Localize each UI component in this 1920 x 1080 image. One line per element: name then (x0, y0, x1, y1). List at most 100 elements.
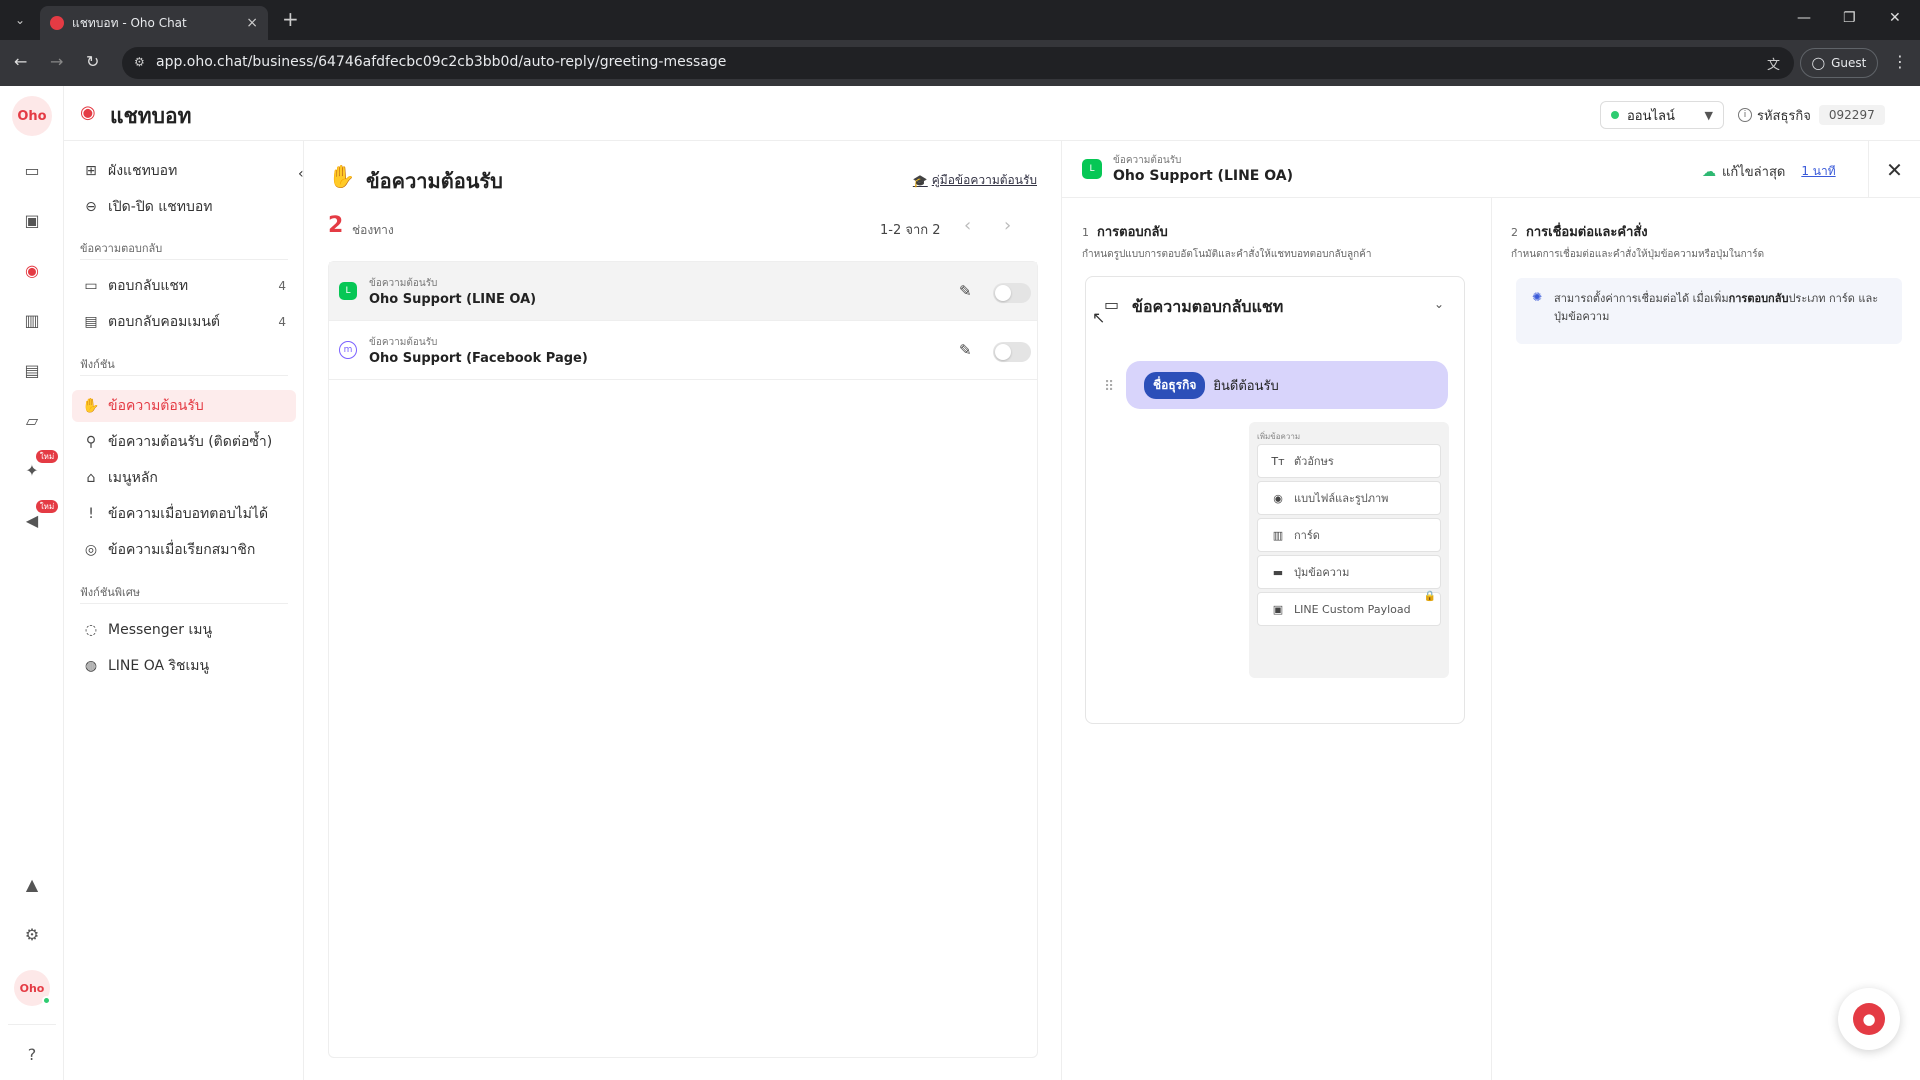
address-bar: ← → ↻ ⚙ app.oho.chat/business/64746afdfe… (0, 40, 1920, 86)
sidebar-item-toggle-bot[interactable]: ⊖ เปิด-ปิด แชทบอท (72, 191, 296, 223)
contacts-icon[interactable]: ▣ (20, 208, 44, 232)
new-tab-button[interactable]: + (282, 8, 299, 30)
sidebar-item-call-agent[interactable]: ◎ ข้อความเมื่อเรียกสมาชิก (72, 534, 296, 566)
sidebar-item-greeting[interactable]: ✋ ข้อความต้อนรับ (72, 390, 296, 422)
text-icon: Tт (1271, 454, 1285, 468)
comment-reply-icon: ▤ (84, 314, 98, 330)
minimize-icon[interactable]: — (1797, 10, 1811, 26)
help-icon[interactable]: ? (20, 1042, 44, 1066)
enable-toggle[interactable] (993, 283, 1031, 303)
tip-text: สามารถตั้งค่าการเชื่อมต่อได้ เมื่อเพิ่มก… (1554, 290, 1884, 326)
forward-icon[interactable]: → (50, 52, 63, 71)
saved-time-link[interactable]: 1 นาที (1801, 162, 1835, 181)
add-file-image-option[interactable]: ◉ แบบไฟล์และรูปภาพ (1257, 481, 1441, 515)
cloud-check-icon: ☁ (1702, 163, 1716, 180)
row-title: Oho Support (LINE OA) (369, 292, 537, 307)
greeting-detail-panel: L ข้อความต้อนรับ Oho Support (LINE OA) ☁… (1062, 141, 1920, 1080)
icon-rail: Oho ▭ ▣ ◉ ▥ ▤ ▱ ✦ ใหม่ ◀ ใหม่ ▲ ⚙ Oho ? (0, 86, 64, 1080)
sidebar-item-label: ตอบกลับแชท (108, 278, 189, 294)
eye-icon: ◉ (1273, 491, 1283, 505)
lock-icon: 🔒 (1423, 591, 1436, 602)
person-walk-icon: ⚲ (85, 434, 97, 450)
business-id-code[interactable]: 092297 (1818, 105, 1885, 125)
sidebar-item-label: ตอบกลับคอมเมนต์ (108, 314, 221, 330)
chat-bubbles-icon: ▭ (1104, 295, 1120, 314)
add-text-option[interactable]: Tт ตัวอักษร (1257, 444, 1441, 478)
url-field[interactable]: ⚙ app.oho.chat/business/64746afdfecbc09c… (122, 47, 1794, 79)
sidebar-item-label: เปิด-ปิด แชทบอท (108, 199, 213, 215)
guide-link[interactable]: 🎓 คู่มือข้อความต้อนรับ (913, 171, 1037, 190)
sidebar-item-fallback[interactable]: ! ข้อความเมื่อบอทตอบไม่ได้ (72, 498, 296, 530)
list-item[interactable]: m ข้อความต้อนรับ Oho Support (Facebook P… (329, 321, 1037, 380)
sidebar-item-label: ผังแชทบอท (108, 163, 178, 179)
sidebar-item-label: ข้อความต้อนรับ (108, 398, 204, 414)
option-label: ปุ่มข้อความ (1294, 566, 1350, 579)
edit-icon[interactable]: ✎ (959, 341, 972, 359)
add-button-message-option[interactable]: ▬ ปุ่มข้อความ (1257, 555, 1441, 589)
guide-link-label: คู่มือข้อความต้อนรับ (931, 173, 1037, 187)
translate-icon[interactable]: 文 (1767, 54, 1780, 73)
sidebar-item-chat-reply[interactable]: ▭ ตอบกลับแชท 4 (72, 270, 296, 302)
option-label: การ์ด (1294, 529, 1320, 542)
profile-button[interactable]: ◯ Guest (1800, 48, 1878, 78)
restore-icon[interactable]: ❐ (1843, 10, 1856, 26)
settings-icon[interactable]: ⚙ (20, 922, 44, 946)
count-badge: 4 (278, 315, 286, 329)
profile-label: Guest (1831, 56, 1867, 70)
online-status-select[interactable]: ออนไลน์ ▼ (1600, 101, 1724, 129)
step-1-title: 1 การตอบกลับ (1082, 221, 1168, 242)
wave-hand-icon: ✋ (328, 165, 356, 190)
divider (80, 375, 288, 376)
message-bubble[interactable]: ชื่อธุรกิจ ยินดีต้อนรับ (1126, 361, 1448, 409)
sidebar-item-main-menu[interactable]: ⌂ เมนูหลัก (72, 462, 296, 494)
reload-icon[interactable]: ↻ (86, 52, 99, 71)
divider (80, 603, 288, 604)
tip-text-bold: การตอบกลับ (1728, 292, 1789, 305)
sidebar-item-comment-reply[interactable]: ▤ ตอบกลับคอมเมนต์ 4 (72, 306, 296, 338)
enable-toggle[interactable] (993, 342, 1031, 362)
sidebar-item-messenger-menu[interactable]: ◌ Messenger เมนู (72, 614, 296, 646)
site-info-icon[interactable]: ⚙ (134, 55, 145, 69)
add-card-option[interactable]: ▥ การ์ด (1257, 518, 1441, 552)
lightbulb-icon: ✺ (1532, 290, 1543, 304)
detail-subtitle: ข้อความต้อนรับ (1113, 155, 1182, 166)
drag-handle-icon[interactable]: ⠿ (1104, 379, 1114, 395)
collapse-sidebar-icon[interactable]: ‹ (298, 166, 304, 182)
prev-page-icon[interactable]: ‹ (964, 215, 971, 236)
page-title: แชทบอท (110, 104, 192, 128)
browser-tab[interactable]: แชทบอท - Oho Chat × (40, 6, 268, 40)
chat-icon[interactable]: ▭ (20, 158, 44, 182)
window-close-icon[interactable]: ✕ (1889, 10, 1901, 26)
list-item[interactable]: L ข้อความต้อนรับ Oho Support (LINE OA) ✎ (329, 262, 1037, 321)
page-header: ◉ แชทบอท ออนไลน์ ▼ i รหัสธุรกิจ 092297 (64, 86, 1920, 141)
sidebar-item-line-richmenu[interactable]: ◍ LINE OA ริชเมนู (72, 650, 296, 682)
oho-logo[interactable]: Oho (12, 96, 52, 136)
academy-icon[interactable]: ▲ (20, 872, 44, 896)
panel-title: ข้อความต้อนรับ (366, 169, 503, 193)
support-chat-button[interactable]: ● (1838, 988, 1900, 1050)
tab-close-icon[interactable]: × (246, 15, 258, 31)
analytics-icon[interactable]: ▥ (20, 308, 44, 332)
section-heading: ข้อความตอบกลับ (80, 242, 163, 255)
close-icon[interactable]: ✕ (1868, 141, 1920, 198)
sidebar-item-flow[interactable]: ⊞ ผังแชทบอท (72, 155, 296, 187)
chatbot-icon[interactable]: ◉ (20, 258, 44, 282)
edit-icon[interactable]: ✎ (959, 282, 972, 300)
step-2-desc: กำหนดการเชื่อมต่อและคำสั่งให้ปุ่มข้อความ… (1511, 249, 1765, 260)
business-id: i รหัสธุรกิจ 092297 (1738, 101, 1885, 129)
next-page-icon[interactable]: › (1004, 215, 1011, 236)
sidebar-item-label: ข้อความต้อนรับ (ติดต่อซ้ำ) (108, 434, 273, 450)
chevron-down-icon[interactable]: ⌄ (1434, 297, 1444, 311)
add-line-payload-option[interactable]: ▣ LINE Custom Payload 🔒 (1257, 591, 1441, 626)
browser-tabbar: ⌄ แชทบอท - Oho Chat × + — ❐ ✕ (0, 0, 1920, 40)
step-2-title: 2 การเชื่อมต่อและคำสั่ง (1511, 221, 1648, 242)
sidebar-item-greeting-repeat[interactable]: ⚲ ข้อความต้อนรับ (ติดต่อซ้ำ) (72, 426, 296, 458)
option-label: ตัวอักษร (1294, 455, 1334, 468)
folder-icon[interactable]: ▱ (20, 408, 44, 432)
clipboard-icon[interactable]: ▤ (20, 358, 44, 382)
divider (8, 1024, 56, 1025)
back-icon[interactable]: ← (14, 52, 27, 71)
browser-menu-icon[interactable]: ⋮ (1892, 52, 1908, 71)
channel-count-label: ช่องทาง (352, 223, 394, 237)
tab-search-icon[interactable]: ⌄ (8, 8, 32, 32)
